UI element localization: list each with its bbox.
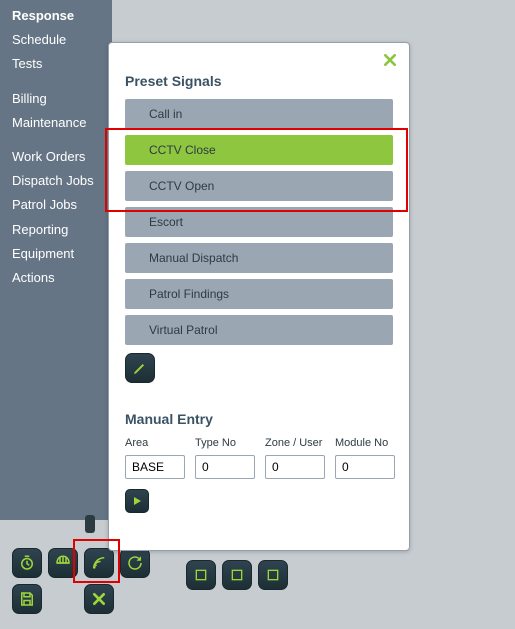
- sidebar-item-response[interactable]: Response: [12, 4, 112, 28]
- signal-call-in[interactable]: Call in: [125, 99, 393, 129]
- type-no-label: Type No: [195, 437, 255, 449]
- sidebar-item-work-orders[interactable]: Work Orders: [12, 145, 112, 169]
- ghost-button-3[interactable]: [258, 560, 288, 590]
- modal-close-button[interactable]: [379, 49, 401, 71]
- sidebar-item-equipment[interactable]: Equipment: [12, 242, 112, 266]
- sidebar-item-dispatch-jobs[interactable]: Dispatch Jobs: [12, 169, 112, 193]
- preset-signals-title: Preset Signals: [125, 73, 393, 89]
- sidebar-item-tests[interactable]: Tests: [12, 52, 112, 76]
- area-label: Area: [125, 437, 185, 449]
- sidebar: Response Schedule Tests Billing Maintena…: [0, 0, 112, 520]
- sidebar-item-patrol-jobs[interactable]: Patrol Jobs: [12, 193, 112, 217]
- ghost-button-2[interactable]: [222, 560, 252, 590]
- sidebar-item-maintenance[interactable]: Maintenance: [12, 111, 112, 135]
- signal-cctv-open[interactable]: CCTV Open: [125, 171, 393, 201]
- lock-icon: [85, 515, 95, 533]
- toolbar-row-2: [12, 584, 114, 614]
- save-icon-button[interactable]: [12, 584, 42, 614]
- signal-escort[interactable]: Escort: [125, 207, 393, 237]
- manual-entry-row: Area Type No Zone / User Module No: [125, 437, 393, 479]
- preset-signals-modal: Preset Signals Call in CCTV Close CCTV O…: [108, 42, 410, 551]
- signal-cctv-close[interactable]: CCTV Close: [125, 135, 393, 165]
- sidebar-item-actions[interactable]: Actions: [12, 266, 112, 290]
- sidebar-item-schedule[interactable]: Schedule: [12, 28, 112, 52]
- type-no-input[interactable]: [195, 455, 255, 479]
- toolbar-row-1: [12, 548, 150, 578]
- manual-entry-title: Manual Entry: [125, 411, 393, 427]
- signal-icon-button[interactable]: [84, 548, 114, 578]
- area-input[interactable]: [125, 455, 185, 479]
- sidebar-item-reporting[interactable]: Reporting: [12, 218, 112, 242]
- grid-icon-button[interactable]: [48, 548, 78, 578]
- signal-virtual-patrol[interactable]: Virtual Patrol: [125, 315, 393, 345]
- signal-patrol-findings[interactable]: Patrol Findings: [125, 279, 393, 309]
- close-icon-button[interactable]: [84, 584, 114, 614]
- sidebar-item-billing[interactable]: Billing: [12, 87, 112, 111]
- spacer: [48, 584, 78, 614]
- zone-user-input[interactable]: [265, 455, 325, 479]
- ghost-button-1[interactable]: [186, 560, 216, 590]
- content-toolbar: [186, 560, 288, 590]
- module-no-input[interactable]: [335, 455, 395, 479]
- clock-icon-button[interactable]: [12, 548, 42, 578]
- refresh-icon-button[interactable]: [120, 548, 150, 578]
- edit-presets-button[interactable]: [125, 353, 155, 383]
- submit-manual-entry-button[interactable]: [125, 489, 149, 513]
- preset-signals-list: Call in CCTV Close CCTV Open Escort Manu…: [125, 99, 393, 345]
- signal-manual-dispatch[interactable]: Manual Dispatch: [125, 243, 393, 273]
- zone-user-label: Zone / User: [265, 437, 325, 449]
- module-no-label: Module No: [335, 437, 395, 449]
